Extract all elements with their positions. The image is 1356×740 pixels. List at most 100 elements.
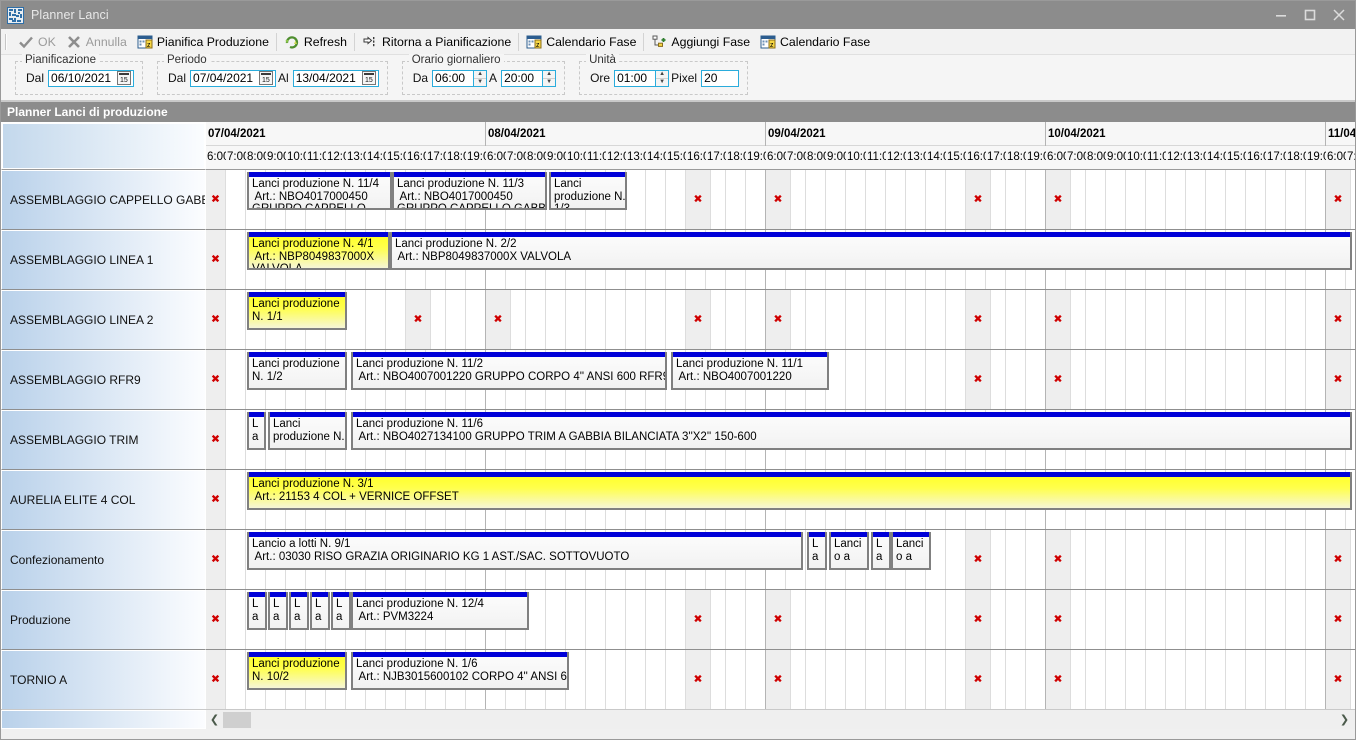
timeline-cell[interactable] bbox=[386, 290, 406, 349]
row-header-aurelia-elite-4-col[interactable]: AURELIA ELITE 4 COL bbox=[1, 470, 206, 530]
calendar-picker-icon[interactable]: 15 bbox=[117, 71, 132, 85]
timeline-cell[interactable] bbox=[746, 590, 766, 649]
non-working-cell[interactable]: ✖ bbox=[206, 290, 226, 349]
timeline-cell[interactable] bbox=[666, 170, 686, 229]
scrollbar-thumb[interactable] bbox=[223, 711, 251, 728]
timeline-cell[interactable] bbox=[1266, 650, 1286, 709]
timeline-cell[interactable] bbox=[1086, 650, 1106, 709]
param-field-spinner[interactable]: ▲ ▼ bbox=[543, 69, 557, 87]
row-header-produzione[interactable]: Produzione bbox=[1, 590, 206, 650]
timeline-cell[interactable] bbox=[906, 650, 926, 709]
gantt-task-bar[interactable]: Lanci o a bbox=[829, 532, 869, 570]
timeline-cell[interactable] bbox=[1226, 530, 1246, 589]
timeline-cell[interactable] bbox=[1006, 590, 1026, 649]
row-header-assemblaggio-trim[interactable]: ASSEMBLAGGIO TRIM bbox=[1, 410, 206, 470]
timeline-cell[interactable] bbox=[946, 530, 966, 589]
timeline-cell[interactable] bbox=[1106, 350, 1126, 409]
gantt-task-bar[interactable]: Lanci produzione N. 11/2 Art.: NBO400700… bbox=[351, 352, 667, 390]
timeline-cell[interactable] bbox=[1026, 650, 1046, 709]
timeline-cell[interactable] bbox=[1086, 530, 1106, 589]
timeline-cell[interactable] bbox=[1306, 170, 1326, 229]
timeline-cell[interactable] bbox=[726, 170, 746, 229]
non-working-cell[interactable]: ✖ bbox=[1326, 530, 1351, 589]
timeline-cell[interactable] bbox=[606, 650, 626, 709]
timeline-cell[interactable] bbox=[1106, 290, 1126, 349]
non-working-cell[interactable]: ✖ bbox=[1046, 170, 1071, 229]
gantt-task-bar[interactable]: Lanci produzione N. 1/6 Art.: NJB3015600… bbox=[351, 652, 569, 690]
non-working-cell[interactable]: ✖ bbox=[206, 170, 226, 229]
timeline-cell[interactable] bbox=[1026, 170, 1046, 229]
non-working-cell[interactable]: ✖ bbox=[766, 170, 791, 229]
timeline-cell[interactable] bbox=[1286, 290, 1306, 349]
timeline-cell[interactable] bbox=[1166, 590, 1186, 649]
ok-button[interactable]: OK bbox=[13, 31, 61, 53]
timeline-cell[interactable] bbox=[1086, 590, 1106, 649]
non-working-cell[interactable]: ✖ bbox=[1326, 290, 1351, 349]
refresh-button[interactable]: Refresh bbox=[279, 31, 352, 53]
timeline-cell[interactable] bbox=[1086, 290, 1106, 349]
gantt-task-bar[interactable]: Lanci produzione N. 1/1 bbox=[247, 292, 347, 330]
timeline-cell[interactable] bbox=[1186, 290, 1206, 349]
timeline-cell[interactable] bbox=[1126, 650, 1146, 709]
maximize-button[interactable] bbox=[1295, 1, 1324, 29]
timeline-cell[interactable] bbox=[1226, 590, 1246, 649]
timeline-cell[interactable] bbox=[826, 350, 846, 409]
timeline-cell[interactable] bbox=[1006, 650, 1026, 709]
non-working-cell[interactable]: ✖ bbox=[206, 470, 226, 529]
non-working-cell[interactable]: ✖ bbox=[486, 290, 511, 349]
timeline-cell[interactable] bbox=[946, 290, 966, 349]
gantt-task-bar[interactable]: Lancio a lotti N. 9/1 Art.: 03030 RISO G… bbox=[247, 532, 803, 570]
timeline-cell[interactable] bbox=[1266, 290, 1286, 349]
timeline-cell[interactable] bbox=[526, 290, 546, 349]
timeline-cell[interactable] bbox=[1006, 170, 1026, 229]
timeline-cell[interactable] bbox=[1006, 350, 1026, 409]
timeline-cell[interactable] bbox=[746, 650, 766, 709]
timeline-cell[interactable] bbox=[906, 590, 926, 649]
timeline-cell[interactable] bbox=[1206, 530, 1226, 589]
gantt-task-bar[interactable]: La bbox=[247, 592, 267, 630]
scrollbar-track[interactable]: ❮ ❯ bbox=[206, 710, 1355, 729]
timeline-cell[interactable] bbox=[1286, 650, 1306, 709]
non-working-cell[interactable]: ✖ bbox=[206, 350, 226, 409]
timeline-cell[interactable] bbox=[826, 590, 846, 649]
timeline-cell[interactable] bbox=[1206, 350, 1226, 409]
timeline-cell[interactable] bbox=[946, 650, 966, 709]
timeline-cell[interactable] bbox=[626, 290, 646, 349]
timeline-cell[interactable] bbox=[226, 290, 246, 349]
non-working-cell[interactable]: ✖ bbox=[966, 290, 991, 349]
timeline-cell[interactable] bbox=[726, 590, 746, 649]
gantt-task-bar[interactable]: Lanci produzione N. 10/2 bbox=[247, 652, 347, 690]
non-working-cell[interactable]: ✖ bbox=[1046, 530, 1071, 589]
timeline-cell[interactable] bbox=[826, 650, 846, 709]
non-working-cell[interactable]: ✖ bbox=[1326, 170, 1351, 229]
ritorna-a-pianificazione-button[interactable]: Ritorna a Pianificazione bbox=[357, 31, 516, 53]
timeline-cell[interactable] bbox=[1226, 350, 1246, 409]
timeline-cell[interactable] bbox=[626, 590, 646, 649]
timeline-cell[interactable] bbox=[1146, 290, 1166, 349]
timeline-cell[interactable] bbox=[1106, 530, 1126, 589]
timeline-cell[interactable] bbox=[746, 170, 766, 229]
timeline-cell[interactable] bbox=[886, 350, 906, 409]
row-header-assemblaggio-linea-1[interactable]: ASSEMBLAGGIO LINEA 1 bbox=[1, 230, 206, 290]
timeline-cell[interactable] bbox=[226, 230, 246, 289]
timeline-cell[interactable] bbox=[546, 290, 566, 349]
timeline-cell[interactable] bbox=[606, 290, 626, 349]
timeline-cell[interactable] bbox=[366, 290, 386, 349]
timeline-cell[interactable] bbox=[866, 350, 886, 409]
non-working-cell[interactable]: ✖ bbox=[966, 530, 991, 589]
timeline-cell[interactable] bbox=[646, 590, 666, 649]
toolbar-grip[interactable] bbox=[5, 33, 10, 50]
gantt-task-bar[interactable]: La bbox=[807, 532, 827, 570]
timeline-cell[interactable] bbox=[1246, 170, 1266, 229]
row-header-assemblaggio-linea-2[interactable]: ASSEMBLAGGIO LINEA 2 bbox=[1, 290, 206, 350]
timeline-cell[interactable] bbox=[646, 650, 666, 709]
calendario-fase-button-2[interactable]: z Calendario Fase bbox=[755, 31, 875, 53]
timeline-cell[interactable] bbox=[566, 590, 586, 649]
timeline-cell[interactable] bbox=[646, 290, 666, 349]
row-header-assemblaggio-rfr9[interactable]: ASSEMBLAGGIO RFR9 bbox=[1, 350, 206, 410]
gantt-task-bar[interactable]: Lanci produzione N. 1/2 bbox=[247, 352, 347, 390]
non-working-cell[interactable]: ✖ bbox=[1046, 350, 1071, 409]
timeline-cell[interactable] bbox=[1166, 530, 1186, 589]
timeline-cell[interactable] bbox=[1166, 290, 1186, 349]
timeline-cell[interactable] bbox=[1126, 170, 1146, 229]
